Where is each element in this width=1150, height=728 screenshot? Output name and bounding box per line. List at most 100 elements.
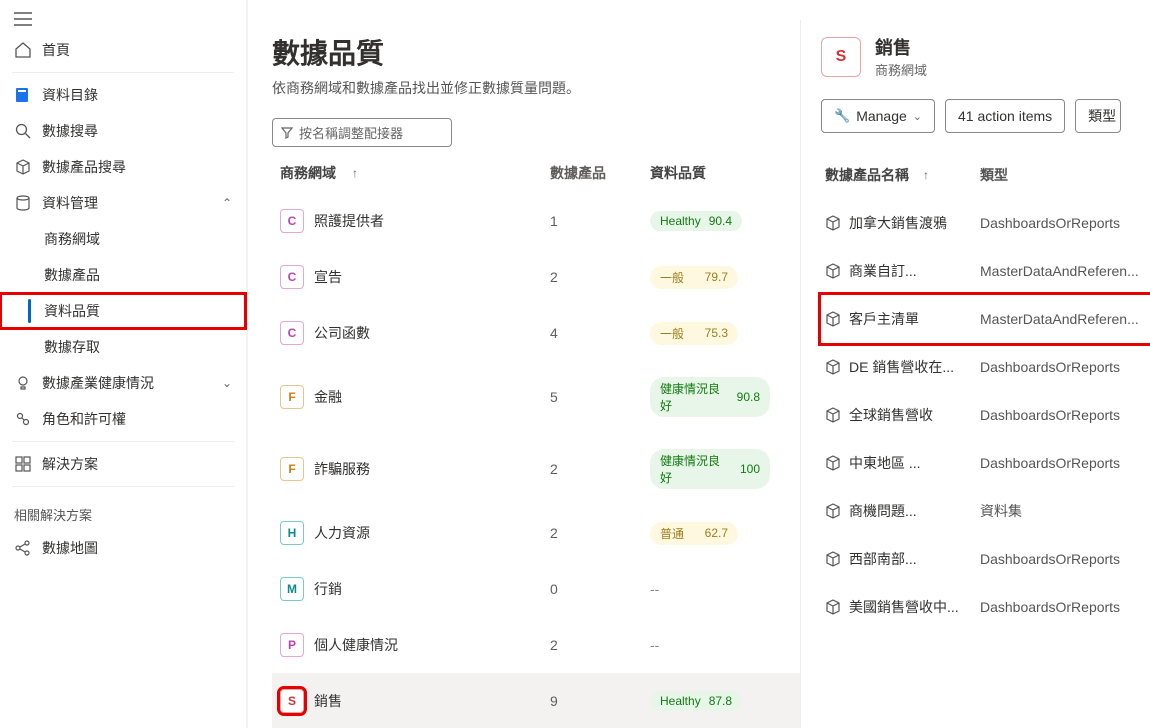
nav-data-products[interactable]: 數據產品 [0,257,246,293]
domain-row[interactable]: M行銷0-- [272,561,800,617]
domain-avatar: C [280,265,304,289]
product-name: 客戶主清單 [849,309,919,329]
nav-data-map[interactable]: 數據地圖 [0,530,246,566]
product-row[interactable]: 全球銷售營收DashboardsOrReports [821,391,1150,439]
nav-solutions[interactable]: 解決方案 [0,446,246,482]
package-icon [14,158,32,176]
domain-avatar: S [280,689,304,713]
home-icon [14,41,32,59]
col-quality-label[interactable]: 資料品質 [650,163,770,183]
catalog-icon [14,86,32,104]
nav-business-domain[interactable]: 商務網域 [0,221,246,257]
product-type: MasterDataAndReferen... [980,263,1146,279]
product-row[interactable]: 客戶主清單MasterDataAndReferen... [821,295,1150,343]
package-icon [825,551,841,567]
domain-avatar: F [280,385,304,409]
action-items-button[interactable]: 41 action items [945,99,1065,133]
domain-name: 銷售 [314,691,342,711]
nav-label: 資料管理 [42,193,98,213]
related-solutions-label: 相關解決方案 [0,491,246,530]
domain-row[interactable]: C宣告2一般79.7 [272,249,800,305]
nav-roles[interactable]: 角色和許可權 [0,401,246,437]
domain-name: 詐騙服務 [314,459,370,479]
domain-row[interactable]: C公司函數4一般75.3 [272,305,800,361]
product-type: DashboardsOrReports [980,359,1146,375]
filter-icon [281,127,293,139]
d-col-type-label[interactable]: 類型 [980,165,1146,185]
roles-icon [14,410,32,428]
product-row[interactable]: DE 銷售營收在...DashboardsOrReports [821,343,1150,391]
domain-avatar: P [280,633,304,657]
nav-label: 數據搜尋 [42,121,98,141]
domain-count: 2 [550,637,650,653]
nav-catalog[interactable]: 資料目錄 [0,77,246,113]
hamburger-icon[interactable] [0,6,246,32]
product-type: DashboardsOrReports [980,215,1146,231]
domain-name: 人力資源 [314,523,370,543]
detail-table-header: 數據產品名稱 ↑ 類型 [821,151,1150,199]
domain-avatar: C [280,321,304,345]
chevron-down-icon: ⌄ [913,110,922,123]
nav-label: 首頁 [42,40,70,60]
domain-table-header: 商務網域 ↑ 數據產品 資料品質 [272,147,800,193]
product-row[interactable]: 美國銷售營收中...DashboardsOrReports [821,583,1150,631]
nav-data-management[interactable]: 資料管理 ⌃ [0,185,246,221]
quality-pill: Healthy87.8 [650,691,742,711]
product-name: 西部南部... [849,549,917,569]
package-icon [825,311,841,327]
domain-name: 行銷 [314,579,342,599]
domain-row[interactable]: H人力資源2普通62.7 [272,505,800,561]
quality-pill: 一般79.7 [650,266,738,289]
domain-row[interactable]: F金融5健康情況良好90.8 [272,361,800,433]
quality-pill: 普通62.7 [650,522,738,545]
nav-label: 數據存取 [44,337,100,357]
nav-label: 角色和許可權 [42,409,126,429]
domain-row[interactable]: F詐騙服務2健康情況良好100 [272,433,800,505]
domain-row[interactable]: C照護提供者1Healthy90.4 [272,193,800,249]
filter-input[interactable]: 按名稱調整配接器 [272,118,452,147]
quality-dash: -- [650,581,659,597]
product-row[interactable]: 加拿大銷售渡鴉 DashboardsOrReports [821,199,1150,247]
nav-label: 商務網域 [44,229,100,249]
nav-data-quality[interactable]: 資料品質 [0,293,246,329]
product-name: 商業自訂... [849,261,917,281]
domain-count: 4 [550,325,650,341]
product-row[interactable]: 商業自訂... MasterDataAndReferen... [821,247,1150,295]
package-icon [825,359,841,375]
manage-button[interactable]: 🔧 Manage ⌄ [821,99,935,133]
package-icon [825,455,841,471]
col-domain-label[interactable]: 商務網域 [280,163,336,183]
product-name: 加拿大銷售渡鴉 [849,213,947,233]
domain-name: 個人健康情況 [314,635,398,655]
product-type: DashboardsOrReports [980,455,1146,471]
product-row[interactable]: 中東地區 ... DashboardsOrReports [821,439,1150,487]
domain-name: 照護提供者 [314,211,384,231]
filter-placeholder: 按名稱調整配接器 [299,123,403,142]
domain-avatar: H [280,521,304,545]
package-icon [825,599,841,615]
type-filter-button[interactable]: 類型 [1075,99,1121,133]
chevron-down-icon: ⌄ [222,376,232,390]
product-name: 美國銷售營收中... [849,597,959,617]
product-row[interactable]: 西部南部...DashboardsOrReports [821,535,1150,583]
domain-row[interactable]: P個人健康情況2-- [272,617,800,673]
page-title: 數據品質 [272,32,800,72]
nav-search-products[interactable]: 數據產品搜尋 [0,149,246,185]
domain-row[interactable]: S銷售9Healthy87.8 [272,673,800,728]
col-count-label[interactable]: 數據產品 [550,163,650,183]
nav-data-access[interactable]: 數據存取 [0,329,246,365]
quality-pill: Healthy90.4 [650,211,742,231]
product-name: 全球銷售營收 [849,405,933,425]
nav-label: 資料目錄 [42,85,98,105]
product-name: 中東地區 ... [849,453,921,473]
nav-home[interactable]: 首頁 [0,32,246,68]
d-col-name-label[interactable]: 數據產品名稱 [825,165,909,185]
product-type: 資料集 [980,501,1146,521]
sort-asc-icon[interactable]: ↑ [352,166,358,180]
sort-asc-icon[interactable]: ↑ [923,168,929,182]
nav-health[interactable]: 數據產業健康情況 ⌄ [0,365,246,401]
nav-search-data[interactable]: 數據搜尋 [0,113,246,149]
grid-icon [14,455,32,473]
quality-pill: 健康情況良好100 [650,449,770,489]
product-row[interactable]: 商機問題...資料集 [821,487,1150,535]
